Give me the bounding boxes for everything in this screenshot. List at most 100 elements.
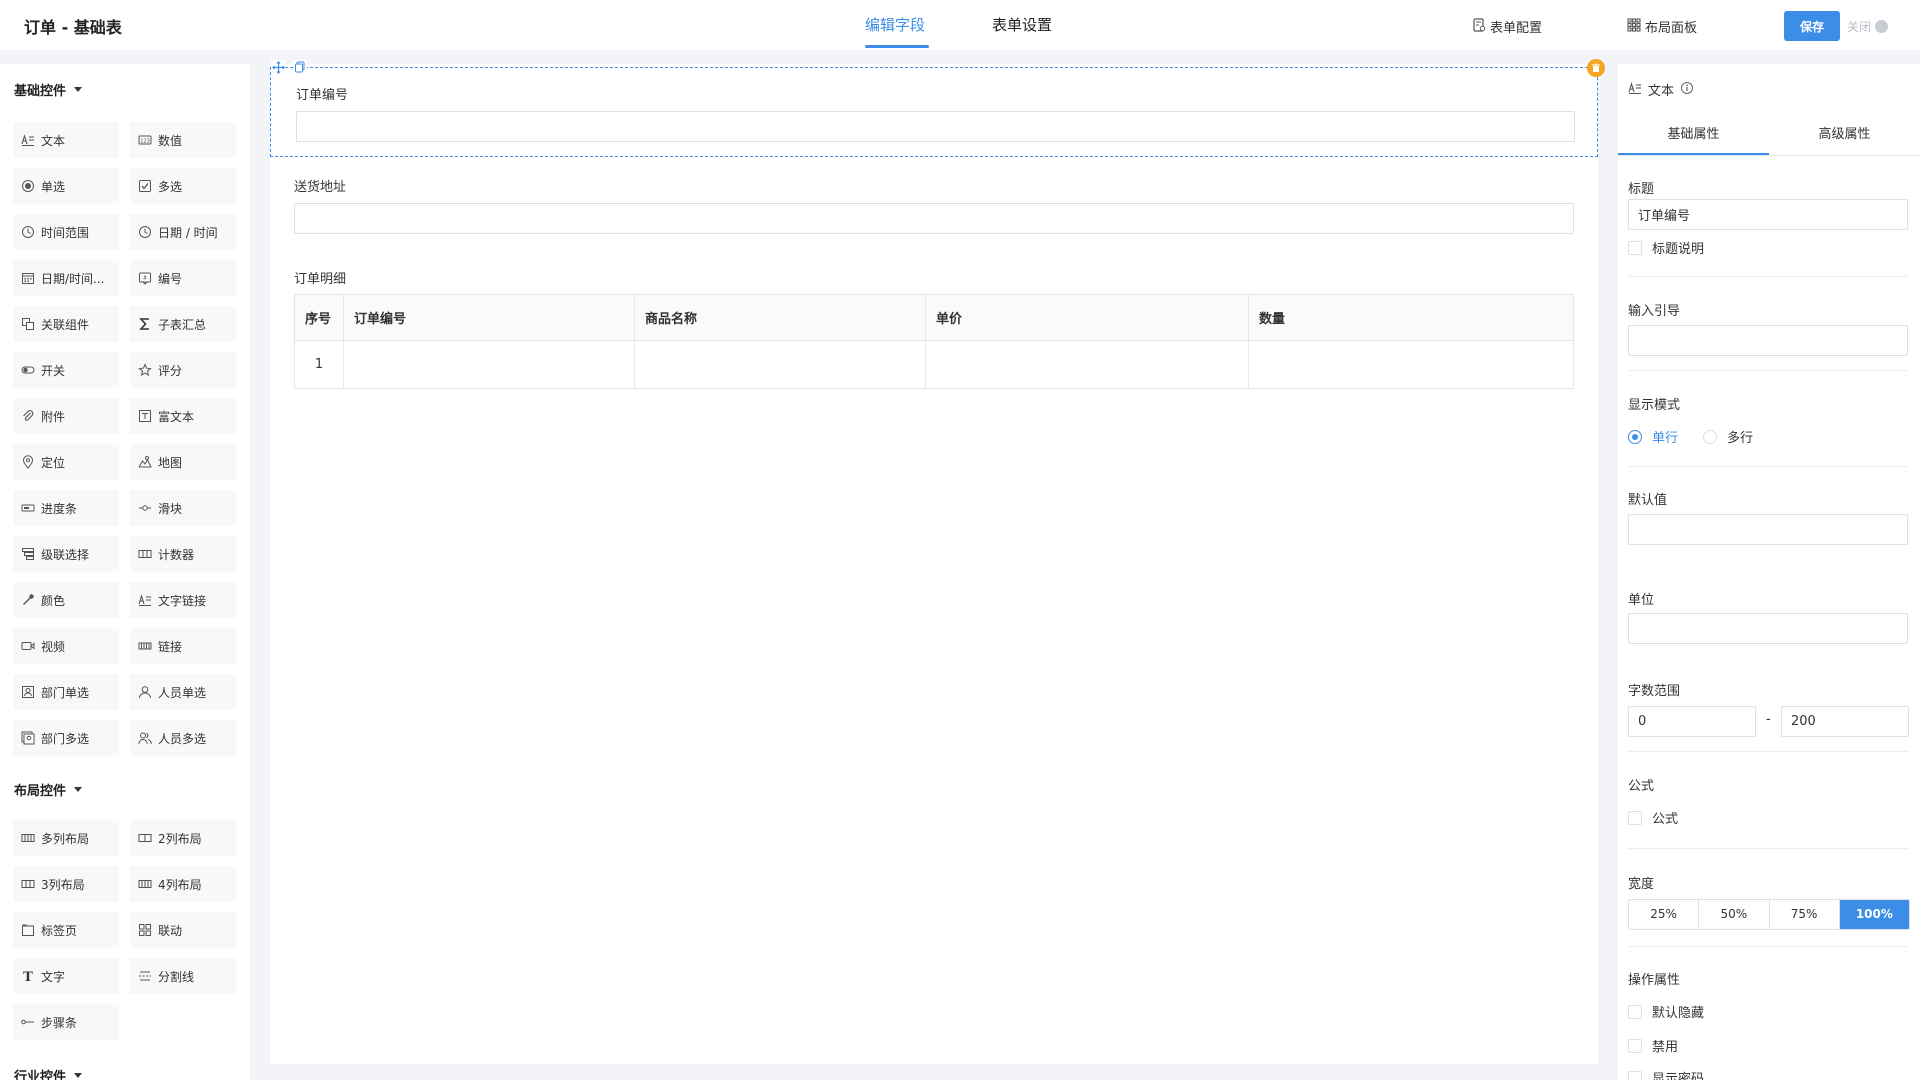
display-mode-multi-radio[interactable]: 多行 [1703, 427, 1753, 446]
widget-item[interactable]: 富文本 [130, 398, 236, 434]
grid-icon [138, 923, 152, 937]
move-icon[interactable] [271, 60, 285, 74]
group-title-layout[interactable]: 布局控件 [14, 780, 83, 799]
widget-item[interactable]: 文本 [13, 122, 119, 158]
info-icon[interactable] [1680, 81, 1694, 99]
widget-item[interactable]: 多选 [130, 168, 236, 204]
widget-item[interactable]: 分割线 [130, 958, 236, 994]
tab-advanced-props[interactable]: 高级属性 [1769, 116, 1920, 155]
widget-item[interactable]: 附件 [13, 398, 119, 434]
checkbox-icon [1628, 1070, 1642, 1080]
widget-item-label: 人员多选 [158, 731, 207, 746]
group-title-basic[interactable]: 基础控件 [14, 80, 83, 99]
layout-panel-label: 布局面板 [1645, 21, 1698, 36]
widget-item[interactable]: 日期/时间... [13, 260, 119, 296]
widget-item-label: 分割线 [158, 969, 195, 984]
table-cell[interactable] [1248, 340, 1574, 389]
location-icon [21, 455, 35, 469]
prop-unit-input[interactable] [1628, 613, 1908, 644]
widget-item-label: 附件 [41, 409, 66, 424]
widget-item-label: 计数器 [158, 547, 195, 562]
group-title-layout-label: 布局控件 [14, 784, 67, 799]
widget-item-label: 级联选择 [41, 547, 90, 562]
prop-default-input[interactable] [1628, 514, 1908, 545]
selected-field-box[interactable]: 订单编号 [270, 59, 1605, 157]
title-desc-checkbox[interactable]: 标题说明 [1628, 238, 1704, 257]
display-mode-single-label: 单行 [1652, 431, 1679, 446]
widget-item-label: 颜色 [41, 593, 66, 608]
property-panel: 文本 基础属性 高级属性 标题 订单编号 标题说明 输入引导 显示模式 单行 多… [1618, 64, 1920, 1080]
width-option-100[interactable]: 100% [1839, 900, 1909, 929]
form-config-button[interactable]: 表单配置 [1472, 17, 1542, 36]
widget-item-label: 单选 [41, 179, 66, 194]
disabled-checkbox[interactable]: 禁用 [1628, 1036, 1678, 1055]
prop-placeholder-input[interactable] [1628, 325, 1908, 356]
widget-item[interactable]: 人员单选 [130, 674, 236, 710]
widget-item[interactable]: 级联选择 [13, 536, 119, 572]
display-mode-single-radio[interactable]: 单行 [1628, 427, 1678, 446]
widget-item[interactable]: 开关 [13, 352, 119, 388]
tab-edit-fields[interactable]: 编辑字段 [865, 14, 925, 35]
tab-form-settings[interactable]: 表单设置 [992, 14, 1052, 35]
widget-item[interactable]: 单选 [13, 168, 119, 204]
star-icon [138, 363, 152, 377]
width-option-50[interactable]: 50% [1699, 900, 1770, 929]
checkbox-icon [1628, 1004, 1642, 1019]
formula-checkbox-label: 公式 [1652, 812, 1679, 827]
tabs-icon [21, 923, 35, 937]
widget-item[interactable]: 步骤条 [13, 1004, 119, 1040]
layout-panel-button[interactable]: 布局面板 [1627, 17, 1697, 36]
length-max-input[interactable]: 200 [1781, 706, 1909, 737]
save-button[interactable]: 保存 [1784, 11, 1840, 41]
formula-checkbox[interactable]: 公式 [1628, 808, 1678, 827]
widget-item[interactable]: 子表汇总 [130, 306, 236, 342]
checkbox-icon [1628, 810, 1642, 825]
widget-item[interactable]: 颜色 [13, 582, 119, 618]
widget-item[interactable]: 2列布局 [130, 820, 236, 856]
width-option-75[interactable]: 75% [1770, 900, 1840, 929]
widget-item[interactable]: 人员多选 [130, 720, 236, 756]
widget-item[interactable]: 标签页 [13, 912, 119, 948]
widget-item[interactable]: 评分 [130, 352, 236, 388]
widget-item[interactable]: 部门单选 [13, 674, 119, 710]
widget-item[interactable]: T 文字 [13, 958, 119, 994]
widget-item[interactable]: 日期 / 时间 [130, 214, 236, 250]
widget-item[interactable]: 多列布局 [13, 820, 119, 856]
widget-item[interactable]: # 编号 [130, 260, 236, 296]
map-icon [138, 455, 152, 469]
table-cell[interactable] [925, 340, 1249, 389]
close-button[interactable]: 关闭 [1847, 18, 1889, 35]
widget-item[interactable]: 链接 [130, 628, 236, 664]
serial-icon: # [138, 271, 152, 285]
widget-item[interactable]: 进度条 [13, 490, 119, 526]
group-title-basic-label: 基础控件 [14, 84, 67, 99]
table-cell[interactable] [343, 340, 635, 389]
widget-item[interactable]: 计数器 [130, 536, 236, 572]
widget-item[interactable]: 文字链接 [130, 582, 236, 618]
widget-item[interactable]: 关联组件 [13, 306, 119, 342]
copy-icon[interactable] [293, 60, 307, 74]
address-input[interactable] [294, 203, 1574, 234]
widget-item[interactable]: 123 数值 [130, 122, 236, 158]
delete-icon[interactable] [1587, 59, 1605, 77]
show-password-checkbox[interactable]: 显示密码 [1628, 1068, 1704, 1080]
default-hidden-checkbox[interactable]: 默认隐藏 [1628, 1002, 1704, 1021]
widget-item[interactable]: 4列布局 [130, 866, 236, 902]
widget-item[interactable]: 部门多选 [13, 720, 119, 756]
checkbox-icon [1628, 1038, 1642, 1053]
disabled-label: 禁用 [1652, 1040, 1679, 1055]
widget-item[interactable]: 3列布局 [13, 866, 119, 902]
widget-item[interactable]: 时间范围 [13, 214, 119, 250]
width-option-25[interactable]: 25% [1629, 900, 1700, 929]
order-no-input[interactable] [296, 111, 1575, 142]
widget-item[interactable]: 滑块 [130, 490, 236, 526]
prop-title-input[interactable]: 订单编号 [1628, 199, 1908, 230]
group-title-industry[interactable]: 行业控件 [14, 1066, 83, 1080]
widget-item[interactable]: 联动 [130, 912, 236, 948]
table-cell[interactable] [634, 340, 926, 389]
length-min-input[interactable]: 0 [1628, 706, 1756, 737]
widget-item[interactable]: 定位 [13, 444, 119, 480]
widget-item[interactable]: 地图 [130, 444, 236, 480]
widget-item[interactable]: 视频 [13, 628, 119, 664]
tab-basic-props[interactable]: 基础属性 [1618, 116, 1769, 155]
